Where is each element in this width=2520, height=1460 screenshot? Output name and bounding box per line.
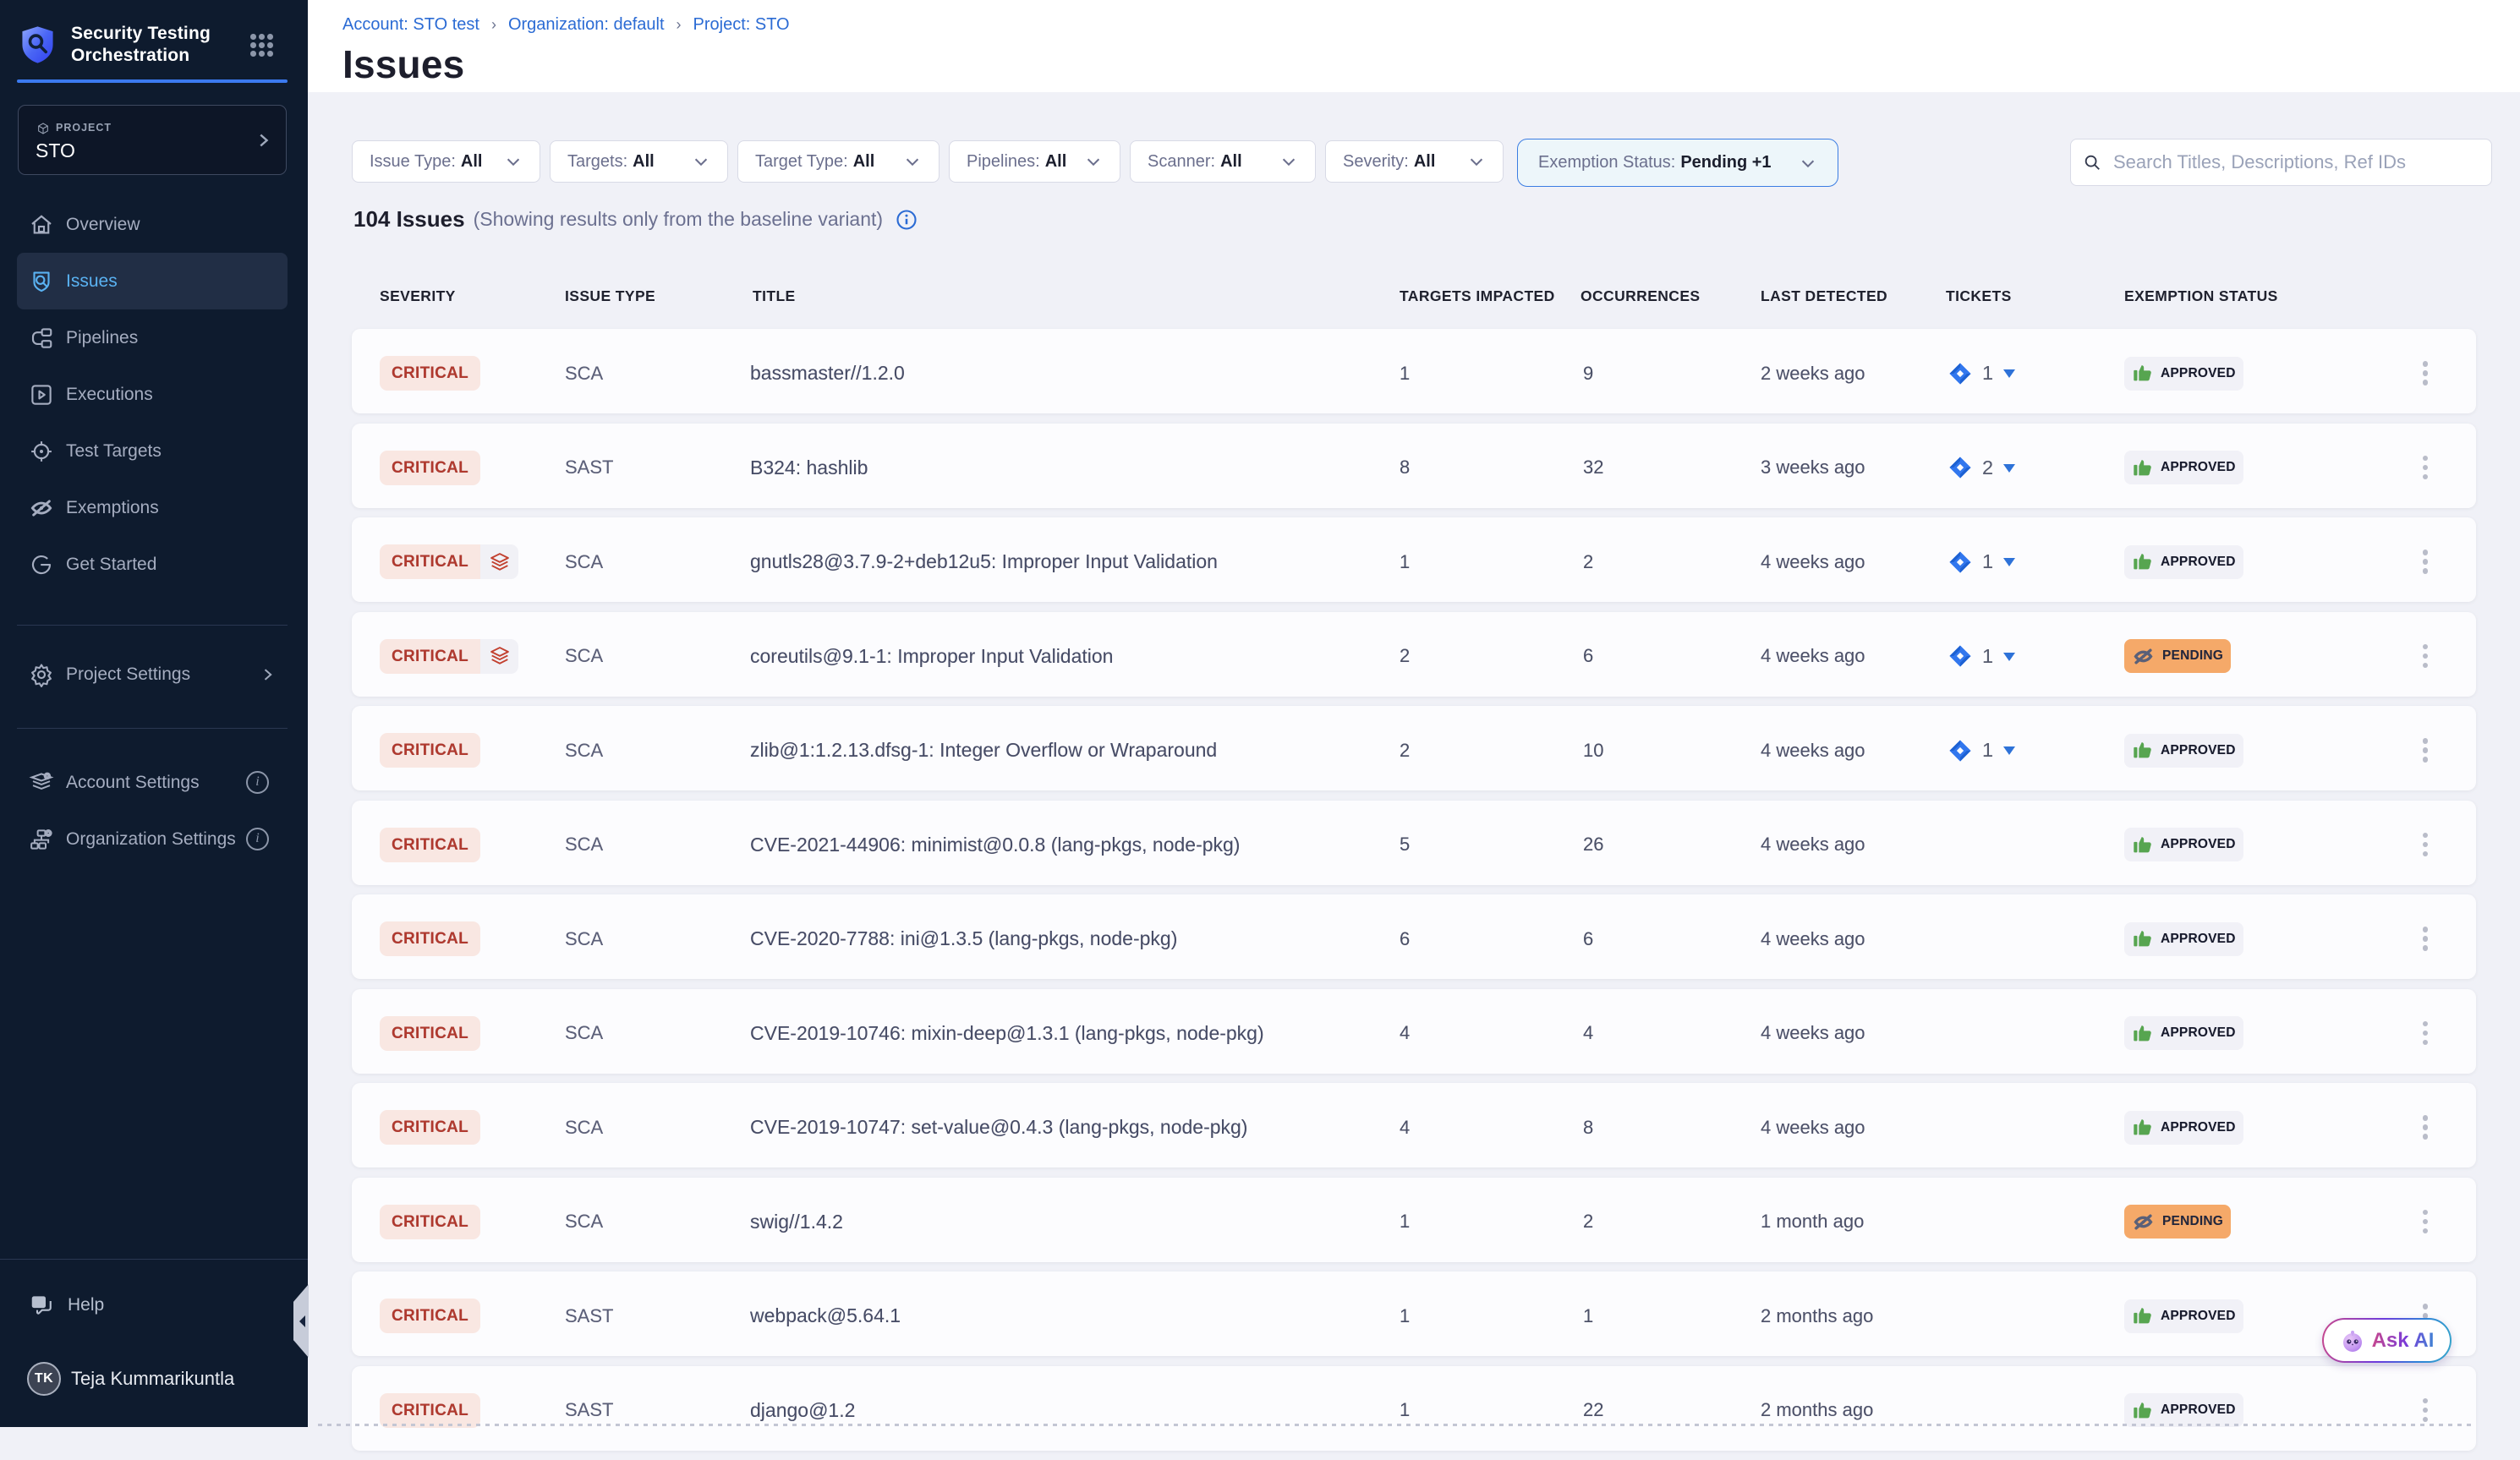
svg-text:?: ? xyxy=(36,1298,42,1308)
